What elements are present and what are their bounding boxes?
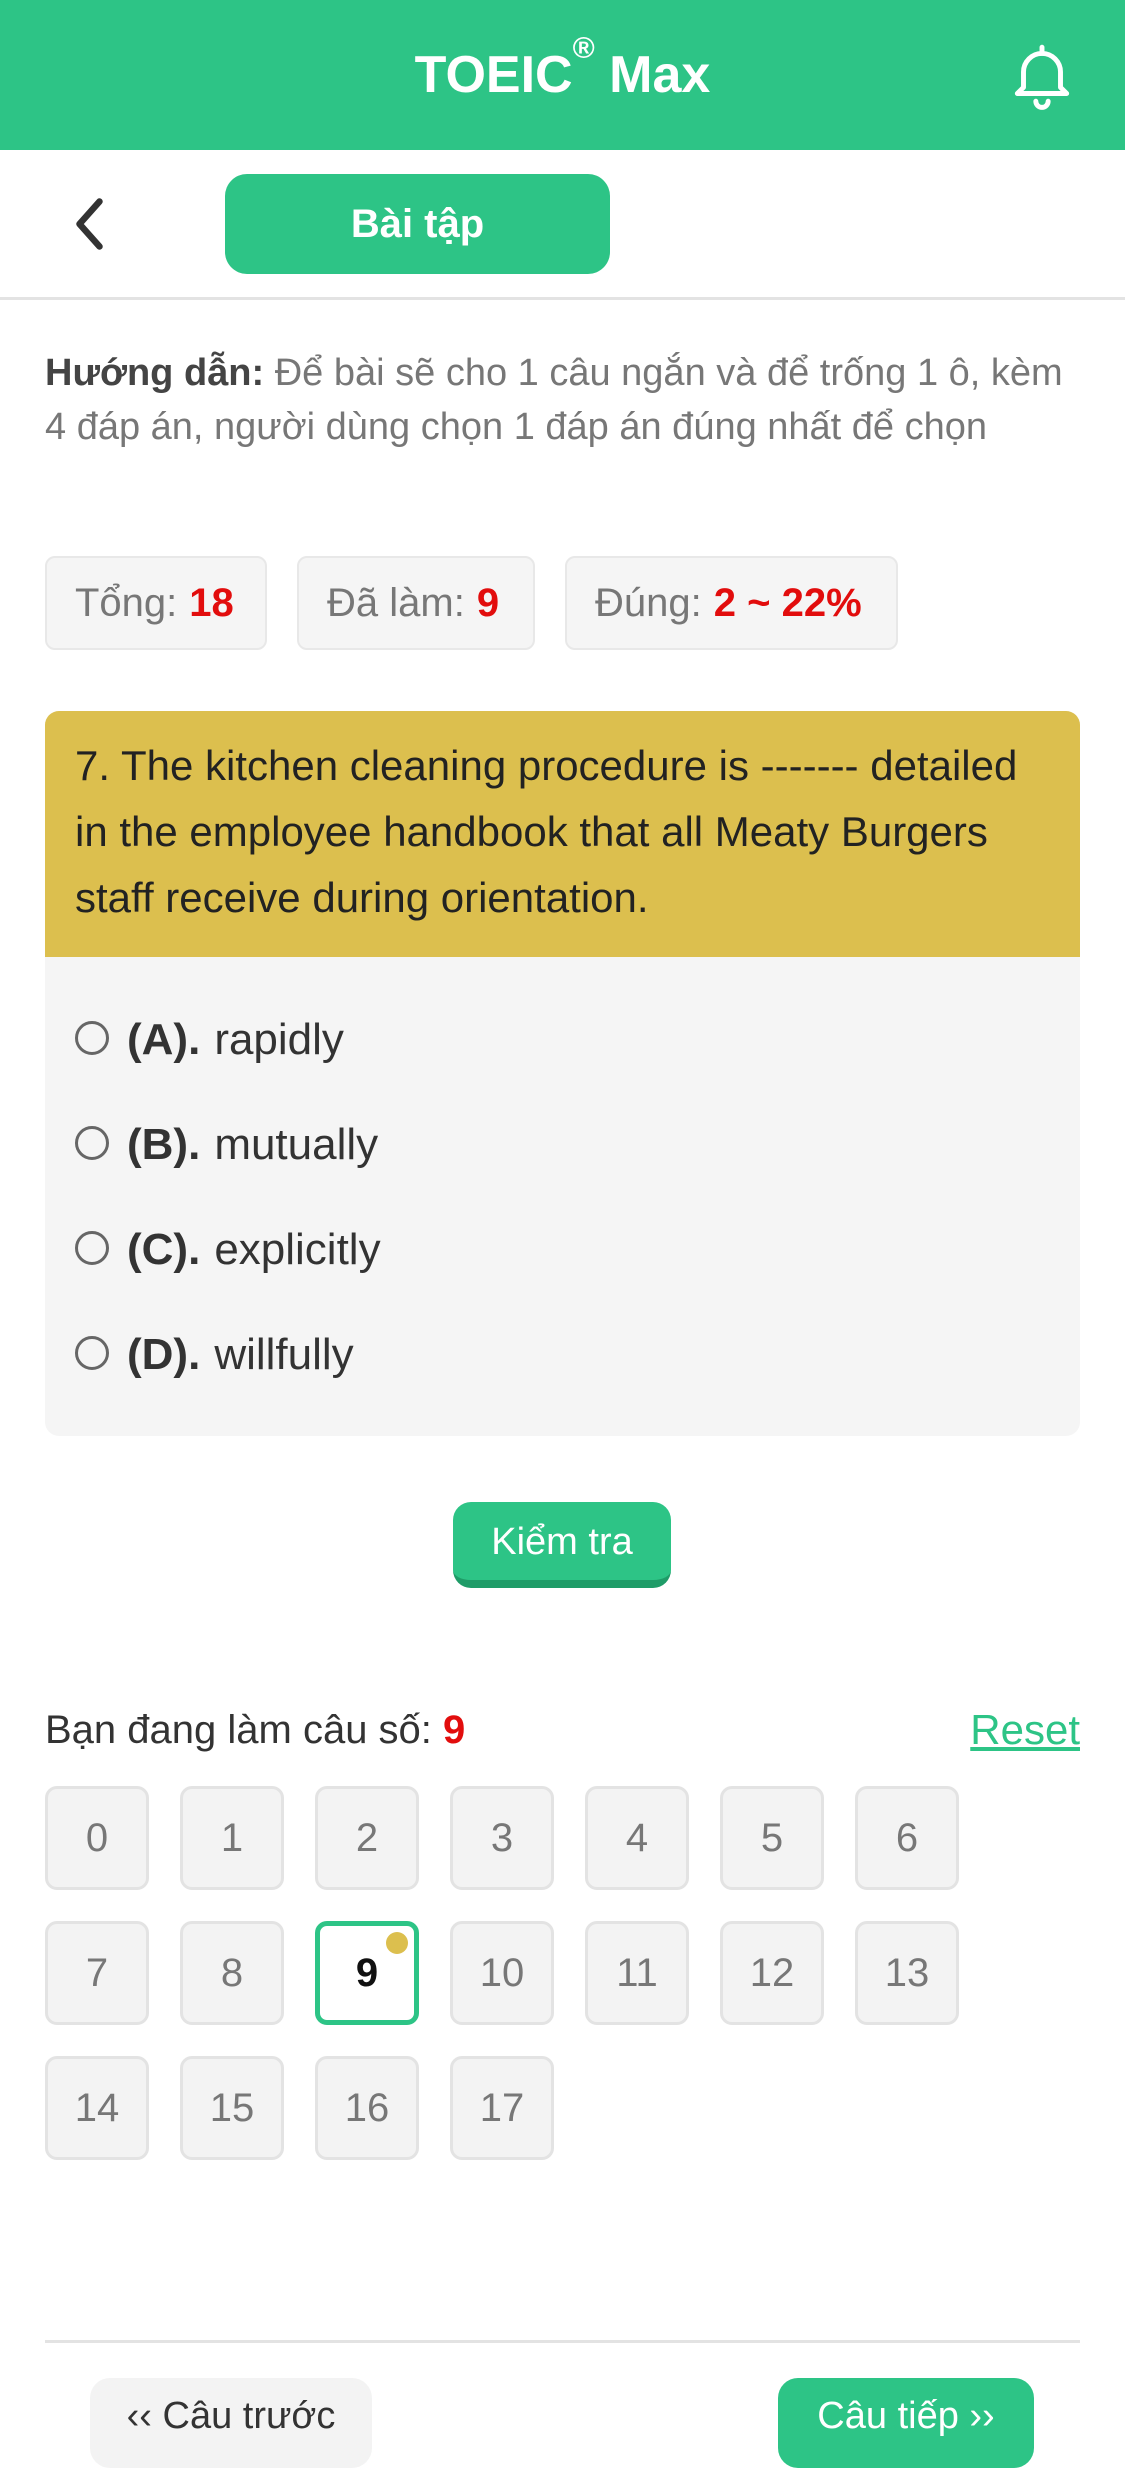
instructions: Hướng dẫn: Để bài sẽ cho 1 câu ngắn và đ… <box>45 346 1080 454</box>
option-d[interactable]: (D). willfully <box>75 1325 354 1385</box>
app-title: TOEIC® Max <box>414 32 711 104</box>
question-card: 7. The kitchen cleaning procedure is ---… <box>45 711 1080 1436</box>
option-c[interactable]: (C). explicitly <box>75 1220 381 1280</box>
chevron-left-icon[interactable] <box>62 194 122 254</box>
question-number-button[interactable]: 4 <box>585 1786 689 1890</box>
radio-icon[interactable] <box>75 1021 109 1056</box>
current-indicator-dot <box>386 1932 408 1954</box>
question-number-button[interactable]: 9 <box>315 1921 419 2025</box>
next-question-button[interactable]: Câu tiếp ›› <box>778 2378 1034 2468</box>
stat-total: Tổng: 18 <box>45 556 267 650</box>
question-number-button[interactable]: 2 <box>315 1786 419 1890</box>
question-number-button[interactable]: 1 <box>180 1786 284 1890</box>
check-button[interactable]: Kiểm tra <box>453 1502 671 1588</box>
question-number-button[interactable]: 3 <box>450 1786 554 1890</box>
app-header: TOEIC® Max <box>0 0 1125 150</box>
question-number-button[interactable]: 7 <box>45 1921 149 2025</box>
current-question-number: 9 <box>443 1708 466 1752</box>
instructions-label: Hướng dẫn: <box>45 352 265 394</box>
radio-icon[interactable] <box>75 1231 109 1266</box>
stat-correct: Đúng: 2 ~ 22% <box>565 556 898 650</box>
toolbar: Bài tập <box>0 150 1125 300</box>
question-number-button[interactable]: 0 <box>45 1786 149 1890</box>
stat-done: Đã làm: 9 <box>297 556 535 650</box>
question-number-button[interactable]: 12 <box>720 1921 824 2025</box>
question-text: 7. The kitchen cleaning procedure is ---… <box>45 711 1080 957</box>
reset-link[interactable]: Reset <box>970 1700 1080 1760</box>
question-number-button[interactable]: 13 <box>855 1921 959 2025</box>
stat-done-value: 9 <box>476 581 500 625</box>
radio-icon[interactable] <box>75 1336 109 1371</box>
stat-correct-value: 2 ~ 22% <box>713 581 862 625</box>
question-number-button[interactable]: 6 <box>855 1786 959 1890</box>
question-number-button[interactable]: 17 <box>450 2056 554 2160</box>
option-b[interactable]: (B). mutually <box>75 1115 378 1175</box>
current-question-label: Bạn đang làm câu số: 9 <box>45 1708 466 1752</box>
question-number-button[interactable]: 5 <box>720 1786 824 1890</box>
bell-icon[interactable] <box>1005 38 1079 112</box>
previous-question-button[interactable]: ‹‹ Câu trước <box>90 2378 372 2468</box>
tab-exercises[interactable]: Bài tập <box>225 174 610 274</box>
question-number-button[interactable]: 10 <box>450 1921 554 2025</box>
registered-mark: ® <box>572 32 595 65</box>
radio-icon[interactable] <box>75 1126 109 1161</box>
question-number-button[interactable]: 11 <box>585 1921 689 2025</box>
question-number-button[interactable]: 14 <box>45 2056 149 2160</box>
option-a[interactable]: (A). rapidly <box>75 1010 344 1070</box>
question-number-button[interactable]: 8 <box>180 1921 284 2025</box>
question-number-button[interactable]: 16 <box>315 2056 419 2160</box>
stat-total-value: 18 <box>189 581 234 625</box>
question-number-button[interactable]: 15 <box>180 2056 284 2160</box>
divider <box>45 2340 1080 2343</box>
